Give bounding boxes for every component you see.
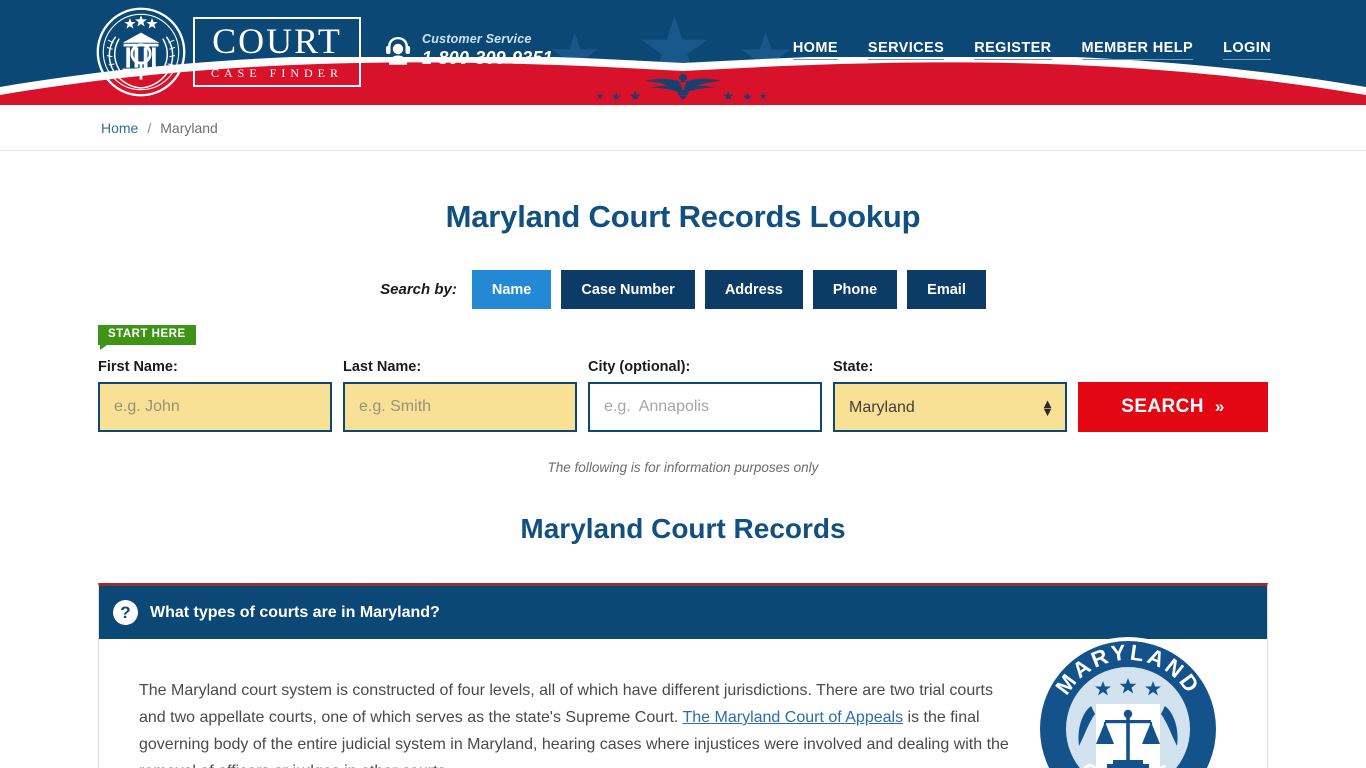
tab-case-number[interactable]: Case Number (561, 270, 695, 309)
search-form: START HERE First Name: Last Name: City (… (98, 325, 1268, 432)
last-name-field-group: Last Name: (343, 359, 577, 432)
state-label: State: (833, 359, 874, 375)
eagle-emblem-icon (645, 74, 721, 101)
logo-word: COURT (212, 21, 342, 61)
main-content: Maryland Court Records Lookup Search by:… (0, 199, 1366, 768)
maryland-seal-icon: MARYLAND COURTS (1036, 637, 1220, 768)
question-mark-icon: ? (113, 600, 138, 625)
breadcrumb-separator: / (147, 119, 152, 136)
court-seal-icon (96, 7, 186, 97)
first-name-input[interactable] (98, 382, 332, 432)
nav-item-login[interactable]: LOGIN (1223, 40, 1271, 60)
tab-email[interactable]: Email (907, 270, 986, 309)
search-button-label: SEARCH (1121, 396, 1204, 417)
customer-service-label: Customer Service (422, 32, 532, 46)
tab-phone[interactable]: Phone (812, 270, 898, 309)
search-by-label: Search by: (380, 281, 457, 298)
site-header: ★ ★ ★ ★ ★ (0, 0, 1366, 105)
customer-service-block[interactable]: Customer Service 1-800-309-9351 (383, 33, 553, 67)
state-select[interactable]: Maryland (833, 382, 1067, 432)
section-title: Maryland Court Records (520, 513, 846, 544)
main-navigation: HOME SERVICES REGISTER MEMBER HELP LOGIN (792, 40, 1271, 60)
last-name-label: Last Name: (343, 359, 422, 375)
first-name-field-group: First Name: (98, 359, 332, 432)
faq-question: What types of courts are in Maryland? (150, 603, 440, 621)
search-button[interactable]: SEARCH » (1078, 382, 1268, 432)
nav-item-register[interactable]: REGISTER (974, 40, 1052, 60)
search-by-tabs: Search by: Name Case Number Address Phon… (0, 270, 1366, 309)
chevron-right-icon: » (1214, 397, 1225, 416)
city-input[interactable] (588, 382, 822, 432)
tab-name[interactable]: Name (471, 270, 552, 309)
site-logo[interactable]: COURT CASE FINDER (95, 6, 362, 98)
start-here-badge: START HERE (98, 325, 196, 349)
logo-wordmark: COURT CASE FINDER (193, 17, 362, 87)
nav-item-home[interactable]: HOME (792, 40, 838, 60)
info-note: The following is for information purpose… (547, 460, 819, 475)
breadcrumb-current: Maryland (160, 119, 218, 136)
tab-address[interactable]: Address (704, 270, 803, 309)
maryland-seal: MARYLAND COURTS (1033, 634, 1223, 768)
nav-item-member-help[interactable]: MEMBER HELP (1081, 40, 1194, 60)
nav-item-services[interactable]: SERVICES (867, 40, 945, 60)
first-name-label: First Name: (98, 359, 178, 375)
logo-subtitle: CASE FINDER (211, 62, 344, 80)
city-label: City (optional): (588, 359, 691, 375)
state-field-group: State: Maryland ▲ ▼ (833, 359, 1067, 432)
headset-support-icon (386, 36, 410, 65)
breadcrumb-home-link[interactable]: Home (101, 120, 138, 136)
faq-panel-header[interactable]: ? What types of courts are in Maryland? (99, 586, 1267, 639)
header-red-divider (0, 99, 1366, 105)
last-name-input[interactable] (343, 382, 577, 432)
faq-panel-body: The Maryland court system is constructed… (99, 637, 1267, 768)
maryland-court-of-appeals-link[interactable]: The Maryland Court of Appeals (683, 709, 904, 726)
customer-service-phone[interactable]: 1-800-309-9351 (422, 49, 553, 67)
city-field-group: City (optional): (588, 359, 822, 432)
faq-panel: ? What types of courts are in Maryland? … (98, 583, 1268, 768)
page-title: Maryland Court Records Lookup (445, 199, 921, 234)
faq-body-text: The Maryland court system is constructed… (139, 677, 1014, 768)
breadcrumb: Home / Maryland (0, 105, 1366, 151)
